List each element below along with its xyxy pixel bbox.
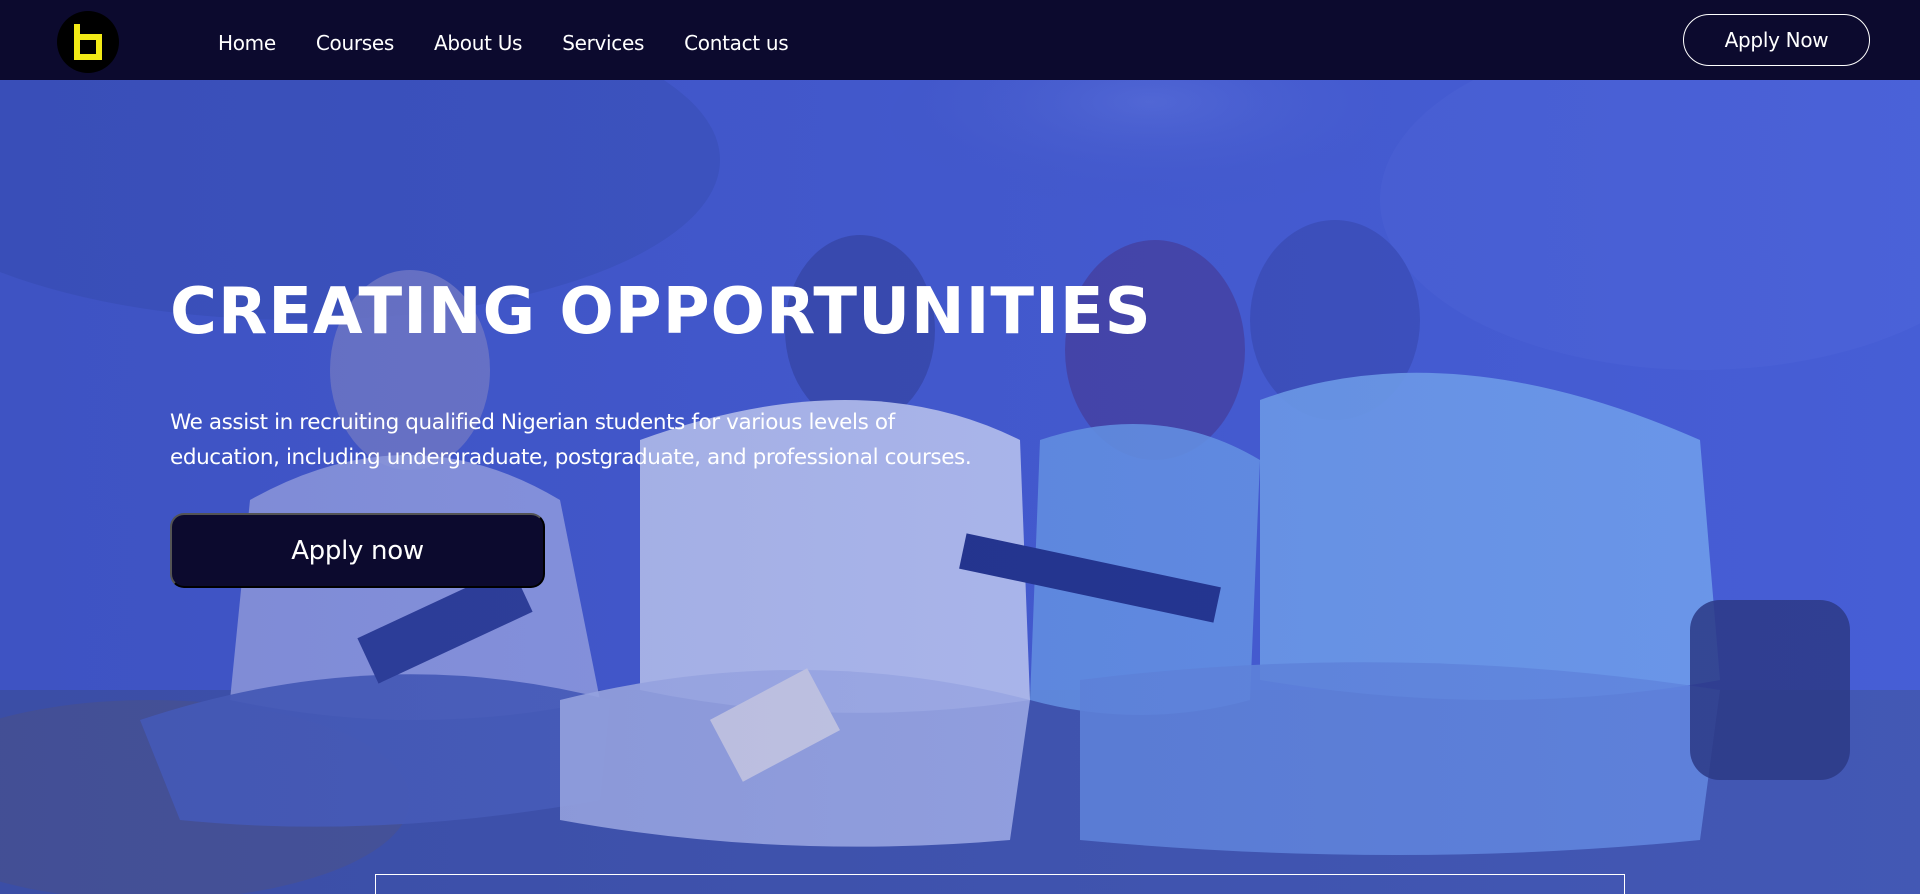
hero-description: We assist in recruiting qualified Nigeri…: [170, 410, 972, 470]
main-nav: Home Courses About Us Services Contact u…: [218, 0, 789, 86]
page: Home Courses About Us Services Contact u…: [0, 0, 1920, 894]
nav-contact-link[interactable]: Contact us: [684, 31, 789, 55]
nav-courses-link[interactable]: Courses: [316, 31, 394, 55]
apply-now-button[interactable]: Apply Now: [1683, 14, 1870, 66]
bottom-content-box: [375, 874, 1625, 894]
hero-section: CREATING OPPORTUNITIES We assist in recr…: [0, 80, 1920, 894]
logo[interactable]: [57, 11, 119, 73]
navbar: Home Courses About Us Services Contact u…: [0, 0, 1920, 80]
hero-apply-button[interactable]: Apply now: [170, 513, 545, 588]
hero-blue-overlay: [0, 80, 1920, 894]
nav-about-link[interactable]: About Us: [434, 31, 522, 55]
b-logo-icon: [74, 24, 102, 60]
nav-services-link[interactable]: Services: [562, 31, 644, 55]
hero-title: CREATING OPPORTUNITIES: [170, 275, 1152, 349]
nav-home-link[interactable]: Home: [218, 31, 276, 55]
